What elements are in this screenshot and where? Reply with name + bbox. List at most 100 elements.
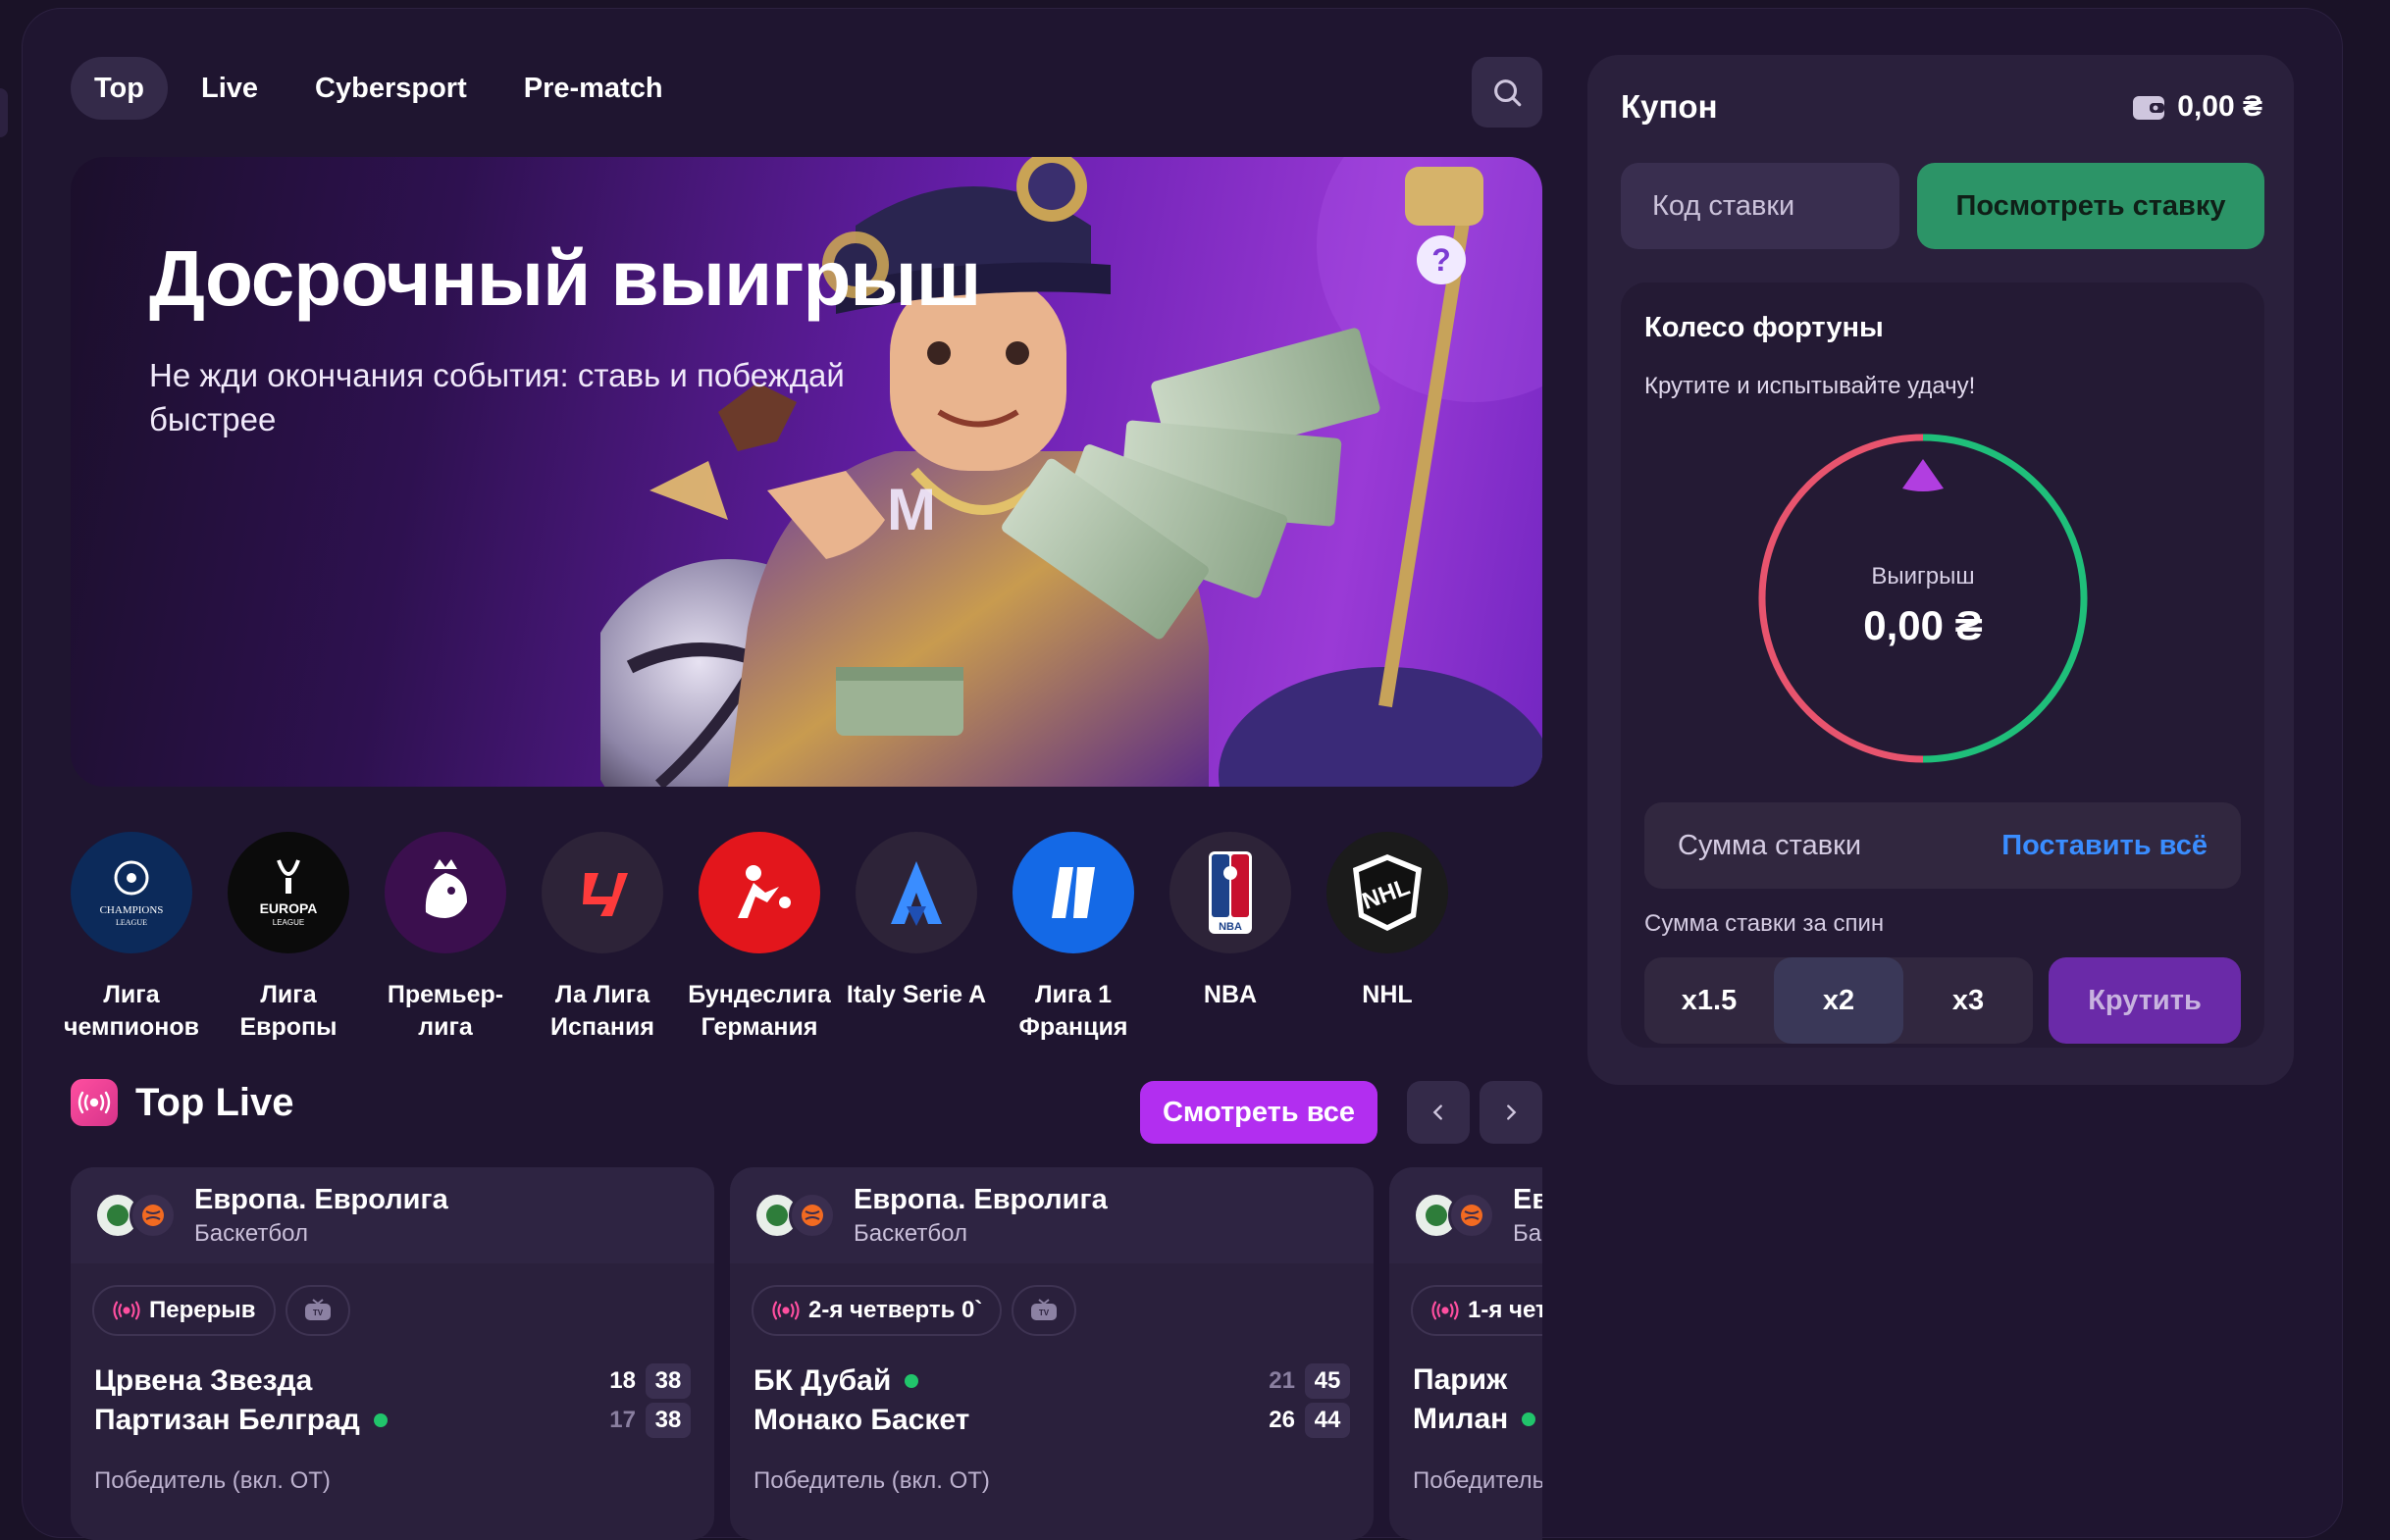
svg-text:LEAGUE: LEAGUE <box>273 918 304 927</box>
tab-pre-match[interactable]: Pre-match <box>500 57 687 120</box>
euroleague-icon <box>789 1192 836 1239</box>
league-name: Лига чемпионов <box>63 981 200 1041</box>
match-header: Европа. Евролига Баскетбол <box>71 1167 714 1263</box>
banner-subtitle: Не жди окончания события: ставь и побежд… <box>149 357 845 437</box>
svg-text:TV: TV <box>1039 1309 1050 1317</box>
multiplier-option[interactable]: x1.5 <box>1644 957 1774 1044</box>
stake-hint: Сумма ставки за спин <box>1644 910 1885 937</box>
svg-text:M: M <box>887 477 936 542</box>
see-all-button[interactable]: Смотреть все <box>1140 1081 1377 1144</box>
tv-button[interactable]: TV <box>285 1285 350 1336</box>
match-sport: Баскетбол <box>194 1219 308 1247</box>
serving-indicator <box>1522 1412 1536 1426</box>
league-item-nhl[interactable]: NHL NHL <box>1326 832 1448 1044</box>
balance: 0,00 ₴ <box>2132 90 2262 124</box>
coupon-panel: Купон 0,00 ₴ Код ставки Посмотреть ставк… <box>1587 55 2294 1085</box>
tv-icon: TV <box>1031 1299 1058 1320</box>
league-name: NBA <box>1203 981 1258 1008</box>
team-row: Милан <box>1413 1403 1542 1436</box>
search-button[interactable] <box>1472 57 1542 128</box>
svg-text:NBA: NBA <box>1219 921 1242 933</box>
stake-all-button[interactable]: Поставить всё <box>2001 830 2208 862</box>
league-item-champions-league[interactable]: CHAMPIONS LEAGUE Лига чемпионов <box>64 832 199 1044</box>
league-item-bundesliga[interactable]: Бундеслига Германия <box>688 832 831 1044</box>
multiplier-option[interactable]: x2 <box>1774 957 1903 1044</box>
live-icon <box>772 1301 800 1320</box>
coupon-title: Купон <box>1621 88 1718 125</box>
svg-text:EUROPA: EUROPA <box>260 900 318 916</box>
match-card[interactable]: Европа. Евролига Баскетбол Перерыв TV Цр… <box>71 1167 714 1540</box>
nba-logo: NBA <box>1169 832 1291 953</box>
chevron-left-icon <box>1432 1104 1442 1120</box>
match-card[interactable]: Европа. Евролига Баскетбол 2-я четверть … <box>730 1167 1374 1540</box>
fortune-wheel-card: Колесо фортуны Крутите и испытывайте уда… <box>1621 282 2264 1048</box>
tab-live[interactable]: Live <box>178 57 282 120</box>
help-icon[interactable]: ? <box>1417 235 1466 284</box>
fortune-subtitle: Крутите и испытывайте удачу! <box>1644 373 1976 399</box>
match-league: Европа. Евролига <box>194 1183 448 1215</box>
market-label: Победитель (вкл. ОТ) <box>753 1467 990 1494</box>
wheel-pointer-icon <box>1902 459 1944 491</box>
view-bet-button[interactable]: Посмотреть ставку <box>1917 163 2264 249</box>
tv-button[interactable]: TV <box>1012 1285 1077 1336</box>
league-item-ligue1[interactable]: Лига 1 Франция <box>1013 832 1134 1044</box>
nhl-logo: NHL <box>1326 832 1448 953</box>
match-header: Европа. Евролига Баскетбол <box>1389 1167 1542 1263</box>
tab-top[interactable]: Top <box>71 57 168 120</box>
league-name: Ла Лига Испания <box>550 981 654 1041</box>
serving-indicator <box>905 1374 919 1388</box>
league-name: Премьер- лига <box>387 981 504 1041</box>
match-status: 1-я четверть <box>1411 1285 1542 1336</box>
bet-code-input[interactable]: Код ставки <box>1621 163 1899 249</box>
euroleague-icon <box>1448 1192 1495 1239</box>
stake-label: Сумма ставки <box>1678 829 1862 861</box>
league-item-laliga[interactable]: Ла Лига Испания <box>542 832 663 1044</box>
match-league: Европа. Евролига <box>854 1183 1108 1215</box>
champions-league-logo: CHAMPIONS LEAGUE <box>71 832 192 953</box>
win-value: 0,00 ₴ <box>1863 602 1983 648</box>
league-item-nba[interactable]: NBA NBA <box>1169 832 1291 1044</box>
team-row: Париж <box>1413 1363 1508 1396</box>
match-status: 2-я четверть 0` <box>752 1285 1003 1336</box>
sport-nav: Top Live Cybersport Pre-match <box>71 57 687 120</box>
league-item-europa-league[interactable]: EUROPA LEAGUE Лига Европы <box>228 832 349 1044</box>
league-name: Бундеслига Германия <box>688 981 831 1041</box>
multiplier-option[interactable]: x3 <box>1903 957 2033 1044</box>
svg-text:TV: TV <box>312 1309 323 1317</box>
match-status: Перерыв <box>92 1285 276 1336</box>
live-icon <box>1431 1301 1459 1320</box>
market-label: Победитель <box>1413 1467 1542 1494</box>
bundesliga-logo <box>699 832 820 953</box>
svg-text:LEAGUE: LEAGUE <box>116 918 147 927</box>
league-item-premier-league[interactable]: Премьер- лига <box>385 832 506 1044</box>
match-league: Европа. Евролига <box>1513 1183 1542 1215</box>
ligue1-logo <box>1013 832 1134 953</box>
laliga-logo <box>542 832 663 953</box>
live-icon <box>113 1301 140 1320</box>
serving-indicator <box>373 1413 388 1427</box>
side-panel-handle[interactable] <box>0 88 8 137</box>
match-card[interactable]: Европа. Евролига Баскетбол 1-я четверть … <box>1389 1167 1542 1540</box>
tab-cybersport[interactable]: Cybersport <box>291 57 491 120</box>
serie-a-logo <box>856 832 977 953</box>
premier-league-logo <box>385 832 506 953</box>
team-row: БК Дубай 21 45 <box>753 1363 1350 1399</box>
wallet-icon <box>2133 96 2165 120</box>
win-label: Выигрыш <box>1871 563 1975 590</box>
fortune-wheel[interactable]: Выигрыш 0,00 ₴ <box>1754 430 2092 767</box>
team-row: Монако Баскет 26 44 <box>753 1403 1350 1438</box>
match-sport: Баскетбол <box>1513 1219 1542 1247</box>
prev-button[interactable] <box>1407 1081 1470 1144</box>
spin-button[interactable]: Крутить <box>2049 957 2241 1044</box>
league-name: Лига 1 Франция <box>1018 981 1128 1041</box>
tv-icon: TV <box>304 1299 331 1320</box>
fortune-title: Колесо фортуны <box>1644 312 1884 343</box>
live-broadcast-icon <box>71 1079 118 1126</box>
promo-banner[interactable]: M Досрочный выигрыш Не жди окончания соб… <box>71 157 1542 787</box>
stake-input[interactable]: Сумма ставки Поставить всё <box>1644 802 2241 889</box>
league-item-serie-a[interactable]: Italy Serie A <box>847 832 986 1044</box>
top-live-title: Top Live <box>135 1080 294 1124</box>
next-button[interactable] <box>1480 1081 1542 1144</box>
chevron-right-icon <box>1507 1104 1517 1120</box>
league-name: Italy Serie A <box>846 981 987 1008</box>
